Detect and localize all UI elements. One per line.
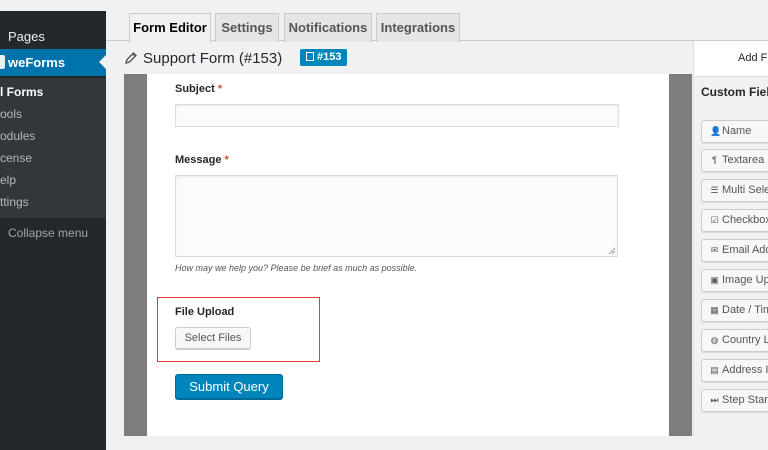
field-button-address[interactable]: ▤ Address I	[701, 359, 768, 382]
select-files-button[interactable]: Select Files	[175, 327, 251, 349]
submit-query-button[interactable]: Submit Query	[175, 374, 283, 399]
checkbox-icon: ☑	[710, 215, 719, 225]
sidebar-item-weforms[interactable]: weForms	[0, 49, 106, 76]
admin-sidebar: Pages weForms l Forms ools odules cense …	[0, 0, 106, 450]
field-button-textarea[interactable]: ¶ Textarea	[701, 149, 768, 172]
copy-icon	[306, 52, 314, 61]
active-menu-arrow	[99, 55, 106, 69]
editor-tabs: Form Editor Settings Notifications Integ…	[106, 11, 768, 43]
submenu-item-license[interactable]: cense	[0, 151, 32, 165]
custom-fields-heading: Custom Fiel	[701, 85, 768, 99]
address-card-icon: ▤	[710, 365, 719, 375]
user-icon: 👤	[710, 126, 722, 136]
submenu-item-tools[interactable]: ools	[0, 107, 22, 121]
field-button-checkbox[interactable]: ☑ Checkbox	[701, 209, 768, 232]
tab-form-editor[interactable]: Form Editor	[129, 13, 211, 43]
field-button-email[interactable]: ✉ Email Ado	[701, 239, 768, 262]
field-button-image-upload[interactable]: ▣ Image Up	[701, 269, 768, 292]
step-forward-icon: ⏭	[710, 395, 719, 405]
add-fields-tab-label: Add Fi	[738, 52, 768, 64]
sidebar-top-strip	[0, 0, 106, 11]
image-icon: ▣	[710, 275, 719, 285]
resize-grip-icon[interactable]	[608, 247, 616, 255]
fields-panel: Add Fi Custom Fiel 👤Name ¶ Textarea ☰ Mult…	[693, 41, 768, 436]
field-button-country-list[interactable]: ◍ Country L	[701, 329, 768, 352]
collapse-menu-button[interactable]: Collapse menu	[8, 226, 88, 240]
required-mark: *	[217, 83, 223, 95]
sidebar-item-pages[interactable]: Pages	[8, 29, 45, 44]
message-label: Message *	[175, 154, 229, 166]
shortcode-badge-label: #153	[317, 51, 342, 63]
submenu-item-settings[interactable]: ttings	[0, 195, 29, 209]
field-button-date-time[interactable]: ▦ Date / Tim	[701, 299, 768, 322]
submenu-item-help[interactable]: elp	[0, 173, 16, 187]
field-button-name[interactable]: 👤Name	[701, 120, 768, 143]
sidebar-submenu: l Forms ools odules cense elp ttings	[0, 78, 106, 218]
page-bottom	[106, 436, 768, 450]
pencil-icon[interactable]	[124, 51, 138, 65]
tab-notifications[interactable]: Notifications	[284, 13, 372, 42]
envelope-icon: ✉	[710, 245, 719, 255]
subject-label: Subject *	[175, 83, 223, 95]
submenu-item-modules[interactable]: odules	[0, 129, 35, 143]
add-fields-tab[interactable]: Add Fi	[694, 41, 768, 77]
file-upload-label: File Upload	[175, 306, 235, 318]
shortcode-badge[interactable]: #153	[300, 49, 348, 66]
subject-input[interactable]	[175, 104, 619, 127]
message-textarea[interactable]	[175, 175, 618, 257]
form-title: Support Form (#153)	[143, 50, 283, 67]
field-button-multi-select[interactable]: ☰ Multi Sele	[701, 179, 768, 202]
tab-settings[interactable]: Settings	[215, 13, 279, 42]
required-mark: *	[224, 154, 229, 166]
message-help-text: How may we help you? Please be brief as …	[175, 263, 418, 273]
calendar-icon: ▦	[710, 305, 719, 315]
field-button-step-start[interactable]: ⏭ Step Start	[701, 389, 768, 412]
sidebar-item-label: weForms	[8, 55, 66, 70]
globe-icon: ◍	[710, 335, 719, 345]
submenu-item-all-forms[interactable]: l Forms	[0, 85, 43, 99]
tab-integrations[interactable]: Integrations	[376, 13, 460, 42]
paragraph-icon: ¶	[712, 155, 717, 165]
weforms-icon	[0, 55, 5, 69]
list-icon: ☰	[710, 185, 719, 195]
